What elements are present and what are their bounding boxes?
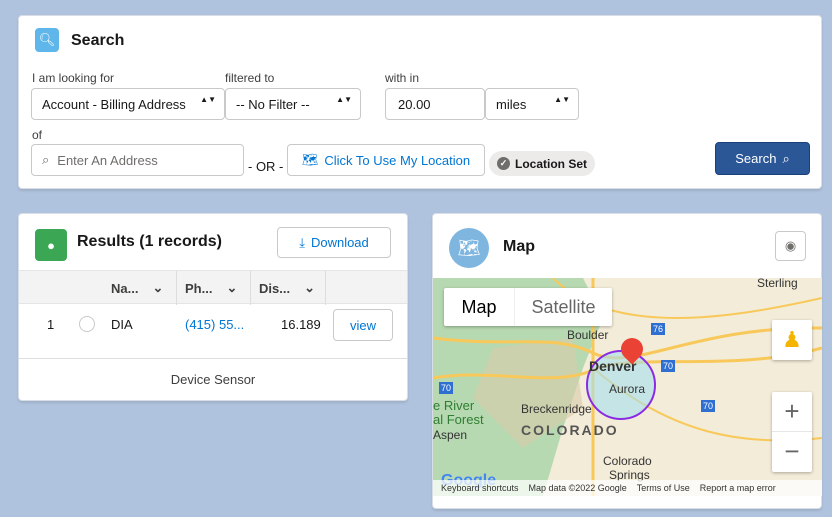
check-circle-icon: ✓ — [497, 157, 510, 170]
column-name[interactable]: Na... ⌄ — [111, 271, 163, 305]
unit-select[interactable]: miles ▲▼ — [485, 88, 579, 120]
select-arrows-icon: ▲▼ — [554, 95, 570, 104]
divider — [250, 271, 251, 305]
view-label: view — [349, 317, 376, 333]
map-type-control: Map Satellite — [444, 288, 612, 326]
address-placeholder: Enter An Address — [57, 152, 158, 168]
results-table: Na... ⌄ Ph... ⌄ Dis... ⌄ 1 DIA (415) 55... … — [19, 270, 407, 358]
street-view-pegman-icon[interactable]: ♟ — [772, 320, 812, 360]
chevron-down-icon: ⌄ — [226, 280, 238, 295]
within-label: with in — [385, 71, 420, 85]
keyboard-shortcuts-link[interactable]: Keyboard shortcuts — [441, 483, 519, 493]
map-data-text: Map data ©2022 Google — [528, 483, 627, 493]
or-label: - OR - — [248, 159, 284, 174]
location-set-badge: ✓ Location Set — [489, 151, 596, 176]
zoom-in-button[interactable]: + — [772, 392, 812, 432]
filter-value: -- No Filter -- — [236, 96, 310, 112]
column-phone[interactable]: Ph... ⌄ — [185, 271, 237, 305]
map-attribution: Keyboard shortcuts Map data ©2022 Google… — [433, 480, 822, 496]
distance-value: 20.00 — [398, 96, 431, 112]
location-pin-icon: ● — [35, 229, 67, 261]
column-label: Ph... — [185, 280, 213, 296]
location-status: Location Set — [515, 156, 588, 171]
footer-text: Device Sensor — [170, 372, 256, 387]
interstate-shield: 76 — [651, 323, 666, 335]
download-label: Download — [310, 235, 369, 250]
divider — [176, 271, 177, 305]
view-button[interactable]: view — [333, 309, 393, 341]
map-label: Aurora — [609, 382, 646, 396]
address-input[interactable]: ⌕ Enter An Address — [31, 144, 244, 176]
map-label: Boulder — [567, 328, 609, 342]
download-button[interactable]: ⤓ Download — [277, 227, 391, 258]
of-label: of — [32, 128, 43, 142]
interstate-shield: 70 — [701, 400, 716, 412]
search-icon: 🔍︎ — [35, 28, 59, 52]
filter-select[interactable]: -- No Filter -- ▲▼ — [225, 88, 361, 120]
select-arrows-icon: ▲▼ — [336, 95, 352, 104]
search-small-icon: ⌕ — [42, 152, 50, 167]
unit-value: miles — [496, 96, 527, 112]
table-row: 1 DIA (415) 55... 16.189 view — [19, 304, 407, 346]
map-card: 🗺︎ Map ◉ Map Satellite Sterling Boulder … — [432, 213, 822, 509]
row-distance: 16.189 — [281, 317, 321, 332]
use-location-label: Click To Use My Location — [324, 152, 471, 168]
map-location-icon: 🗺︎ — [301, 152, 319, 167]
use-location-button[interactable]: 🗺︎ Click To Use My Location — [287, 144, 485, 176]
column-distance[interactable]: Dis... ⌄ — [259, 271, 315, 305]
search-title: Search — [71, 32, 125, 49]
search-button-label: Search — [735, 151, 777, 166]
interstate-shield: 70 — [439, 382, 454, 394]
filtered-label: filtered to — [225, 71, 275, 85]
chevron-down-icon: ⌄ — [152, 280, 164, 295]
zoom-control: + − — [772, 392, 812, 472]
map-label: Breckenridge — [521, 402, 592, 416]
toggle-visibility-button[interactable]: ◉ — [775, 231, 806, 261]
map-view[interactable]: Map Satellite Sterling Boulder Denver Au… — [433, 278, 822, 496]
search-icon: ⌕ — [782, 150, 790, 166]
results-card: ● Results (1 records) ⤓ Download Na... ⌄ P… — [18, 213, 408, 401]
looking-for-value: Account - Billing Address — [42, 96, 186, 112]
map-title: Map — [503, 238, 535, 255]
interstate-shield: 70 — [661, 360, 676, 372]
looking-for-label: I am looking for — [32, 71, 115, 85]
table-header: Na... ⌄ Ph... ⌄ Dis... ⌄ — [19, 270, 407, 305]
search-card: 🔍︎ Search I am looking for filtered to w… — [18, 15, 822, 189]
divider — [325, 271, 326, 305]
search-button[interactable]: Search ⌕ — [715, 142, 810, 175]
map-icon: 🗺︎ — [449, 228, 489, 268]
row-phone-link[interactable]: (415) 55... — [185, 317, 244, 332]
report-error-link[interactable]: Report a map error — [700, 483, 776, 493]
column-label: Dis... — [259, 280, 291, 296]
chevron-down-icon: ⌄ — [304, 280, 315, 295]
column-label: Na... — [111, 280, 139, 296]
row-radio[interactable] — [79, 316, 95, 332]
map-label: COLORADO — [521, 422, 619, 438]
row-index: 1 — [47, 317, 55, 332]
select-arrows-icon: ▲▼ — [200, 95, 216, 104]
zoom-out-button[interactable]: − — [772, 432, 812, 471]
map-label: Colorado — [603, 454, 652, 468]
tab-map[interactable]: Map — [444, 288, 514, 326]
map-label: al Forest — [433, 412, 484, 427]
row-name: DIA — [111, 317, 133, 332]
download-icon: ⤓ — [299, 234, 305, 250]
looking-for-select[interactable]: Account - Billing Address ▲▼ — [31, 88, 225, 120]
map-label: e River — [433, 398, 475, 413]
map-label: Aspen — [433, 428, 468, 442]
tab-satellite[interactable]: Satellite — [514, 288, 612, 326]
eye-icon: ◉ — [784, 238, 797, 253]
terms-link[interactable]: Terms of Use — [637, 483, 690, 493]
results-title: Results (1 records) — [77, 233, 222, 250]
distance-input[interactable]: 20.00 — [385, 88, 485, 120]
results-footer: Device Sensor — [19, 358, 407, 400]
map-label: Sterling — [757, 278, 798, 290]
